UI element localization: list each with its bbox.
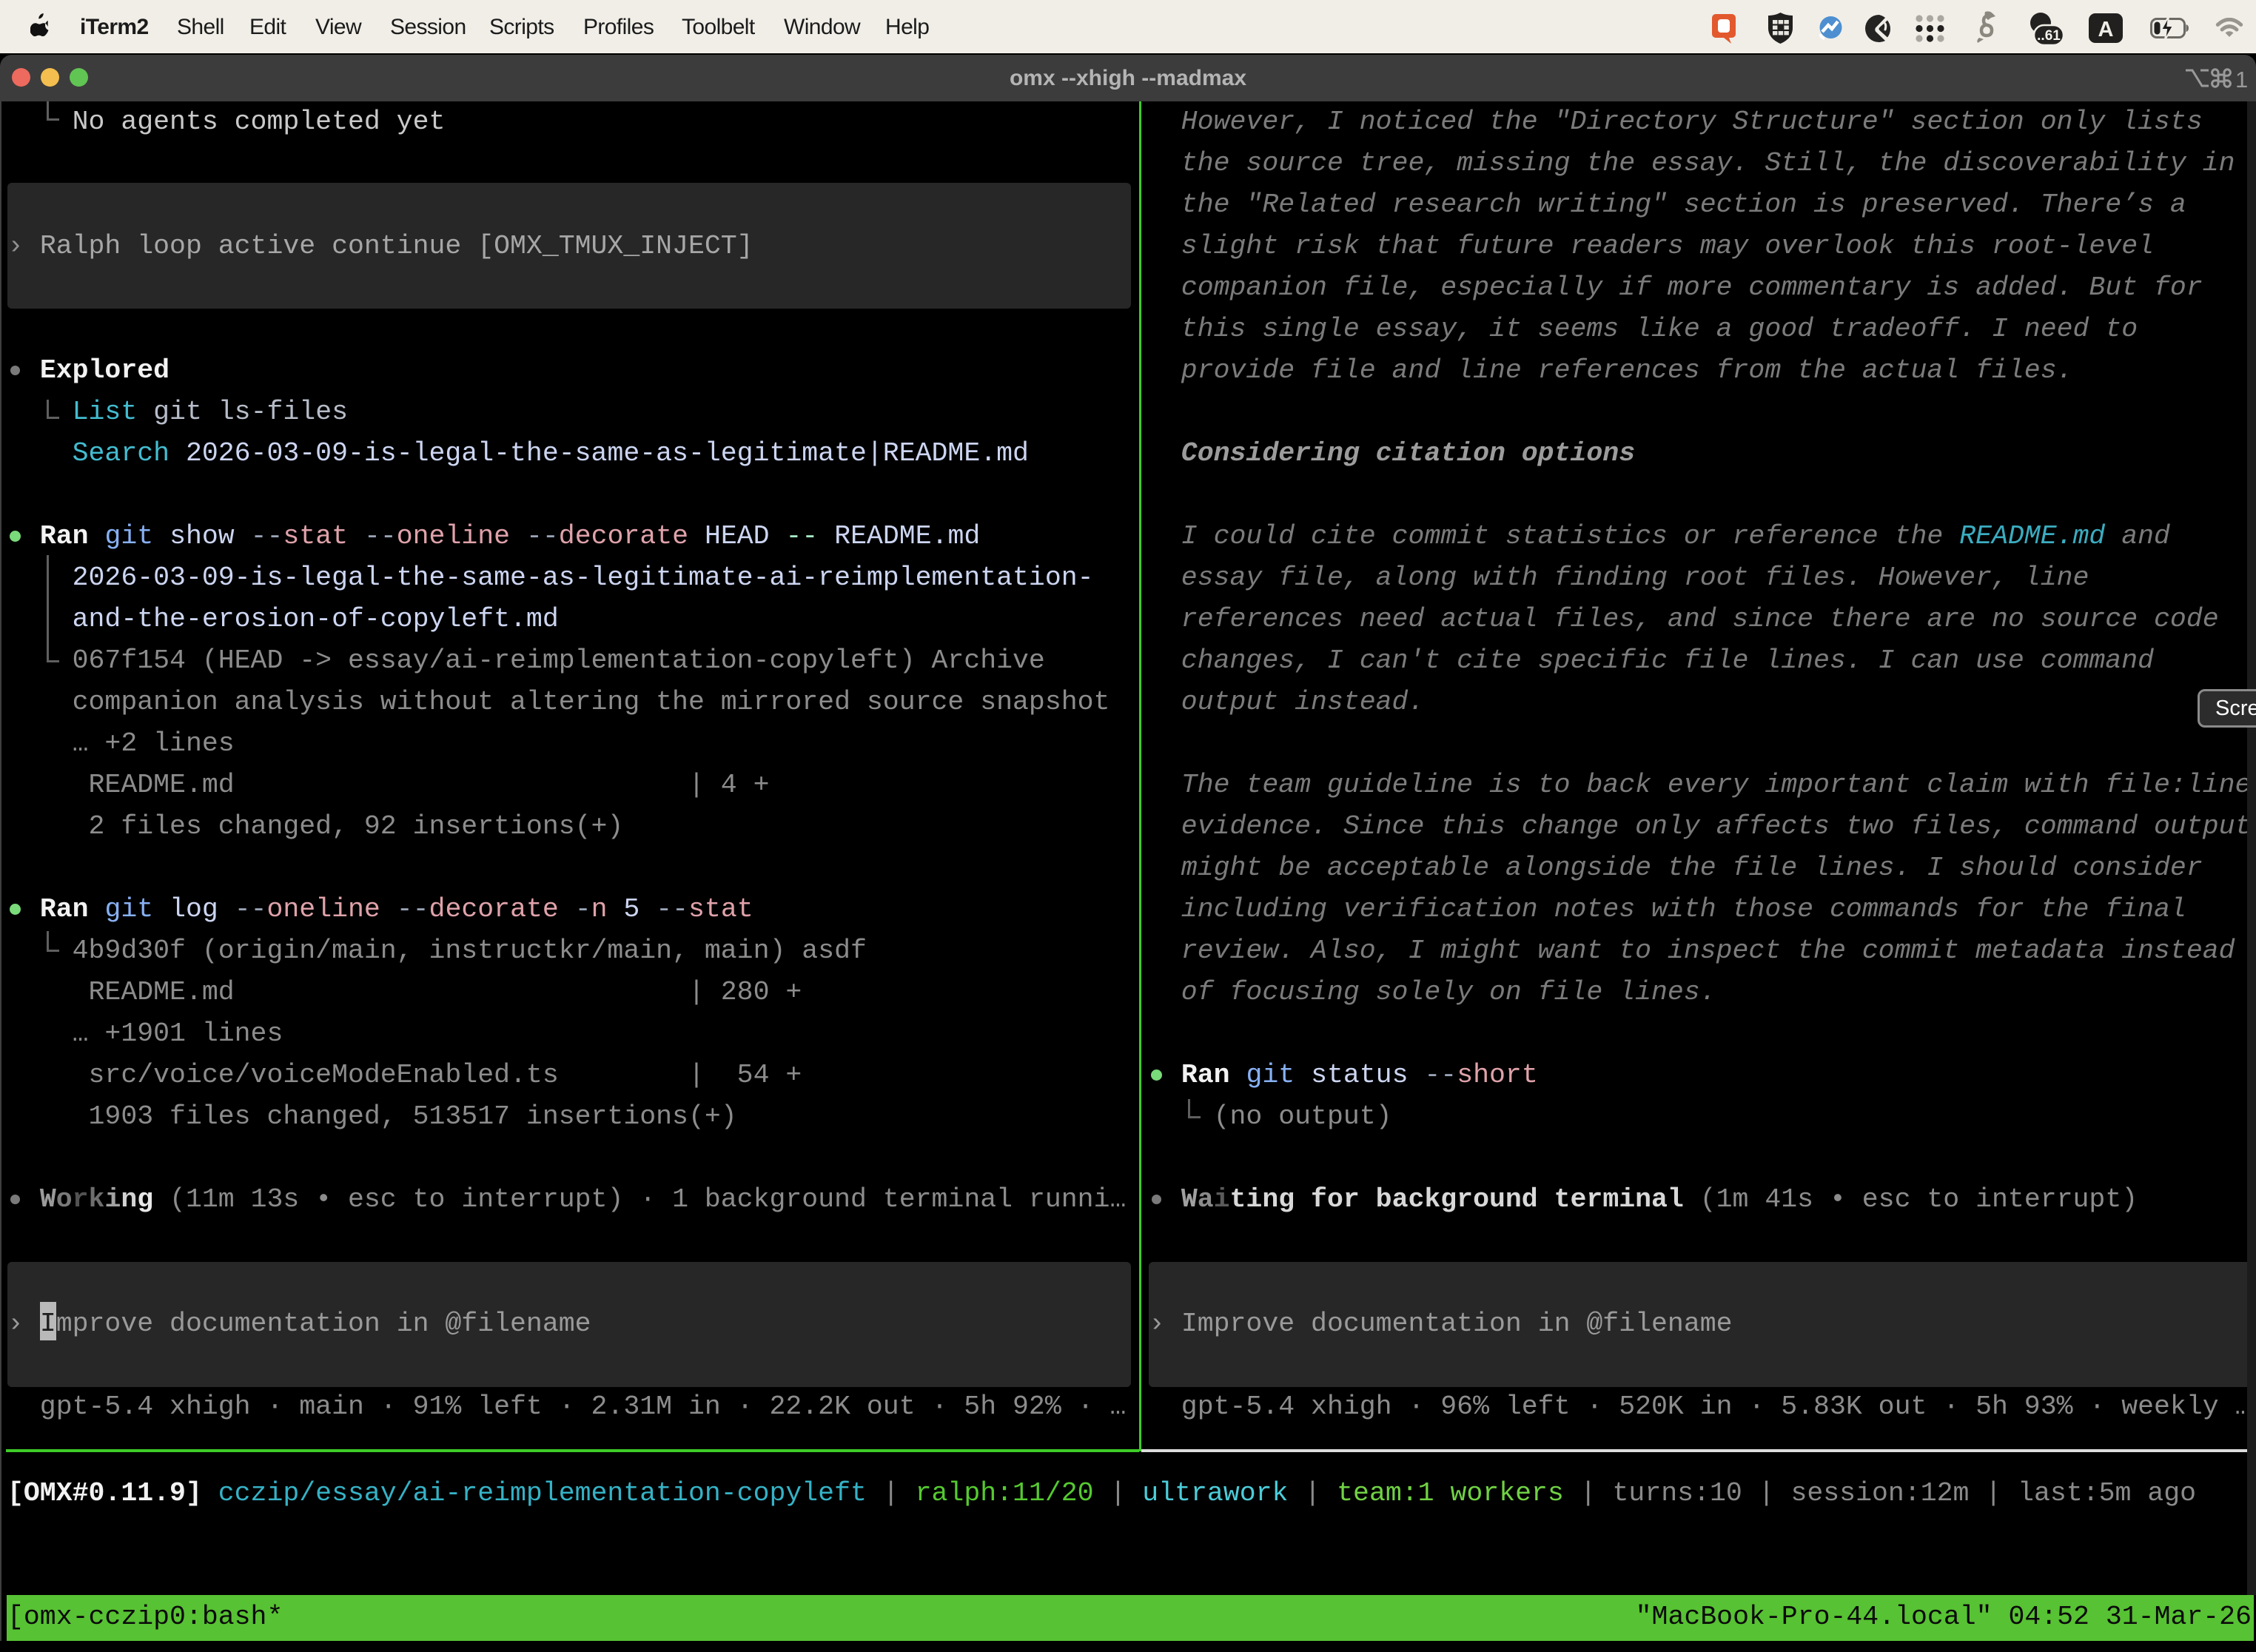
svg-text:..61: ..61 (2037, 28, 2061, 44)
svg-text:A: A (2098, 18, 2114, 41)
